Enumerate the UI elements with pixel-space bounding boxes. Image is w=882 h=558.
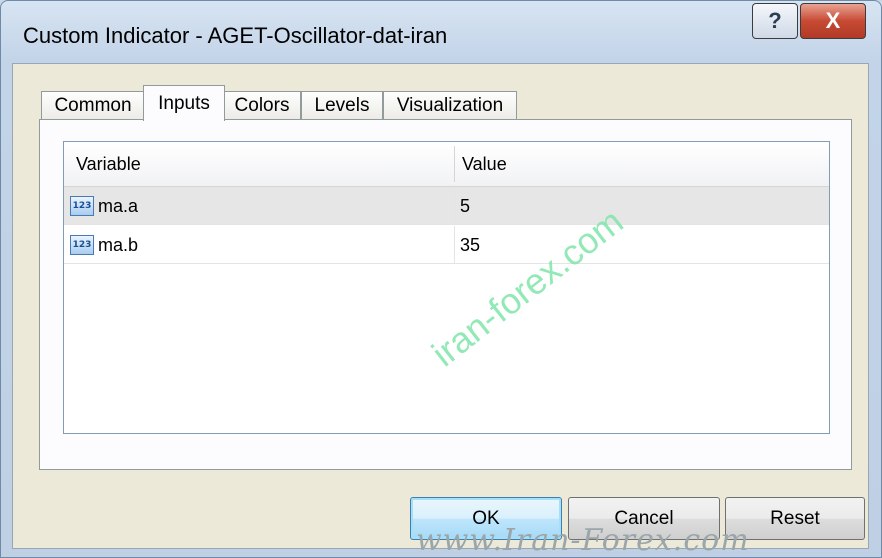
help-button[interactable]: ? xyxy=(752,3,798,39)
title-bar[interactable]: Custom Indicator - AGET-Oscillator-dat-i… xyxy=(1,1,881,63)
tab-levels[interactable]: Levels xyxy=(301,91,383,120)
question-icon: ? xyxy=(768,8,782,33)
footer-watermark: www.Iran-Forex.com xyxy=(416,523,750,558)
integer-icon: 123 xyxy=(70,196,94,216)
column-header-value[interactable]: Value xyxy=(462,154,507,175)
inputs-panel: Variable Value 123 ma.a 5 123 ma.b 35 ir… xyxy=(39,119,852,470)
tab-colors[interactable]: Colors xyxy=(223,91,301,120)
window-title: Custom Indicator - AGET-Oscillator-dat-i… xyxy=(23,23,448,48)
list-header: Variable Value xyxy=(64,142,829,187)
variable-value[interactable]: 5 xyxy=(460,196,470,217)
cell-divider xyxy=(454,187,455,224)
column-divider[interactable] xyxy=(454,146,455,182)
variable-name: ma.a xyxy=(98,196,139,216)
close-button[interactable]: X xyxy=(800,3,866,39)
close-icon: X xyxy=(825,8,841,33)
cell-divider xyxy=(454,226,455,263)
dialog-window: Custom Indicator - AGET-Oscillator-dat-i… xyxy=(0,0,882,558)
tab-common[interactable]: Common xyxy=(41,91,145,120)
tab-inputs[interactable]: Inputs xyxy=(143,85,225,121)
column-header-variable[interactable]: Variable xyxy=(76,154,141,175)
tab-visualization[interactable]: Visualization xyxy=(383,91,517,120)
table-row[interactable]: 123 ma.a 5 xyxy=(64,187,829,225)
table-row[interactable]: 123 ma.b 35 xyxy=(64,226,829,264)
inputs-list[interactable]: Variable Value 123 ma.a 5 123 ma.b 35 ir… xyxy=(63,141,830,434)
variable-name: ma.b xyxy=(98,235,139,255)
dialog-body: Common Inputs Colors Levels Visualizatio… xyxy=(12,63,869,549)
integer-icon: 123 xyxy=(70,235,94,255)
variable-value[interactable]: 35 xyxy=(460,235,480,256)
